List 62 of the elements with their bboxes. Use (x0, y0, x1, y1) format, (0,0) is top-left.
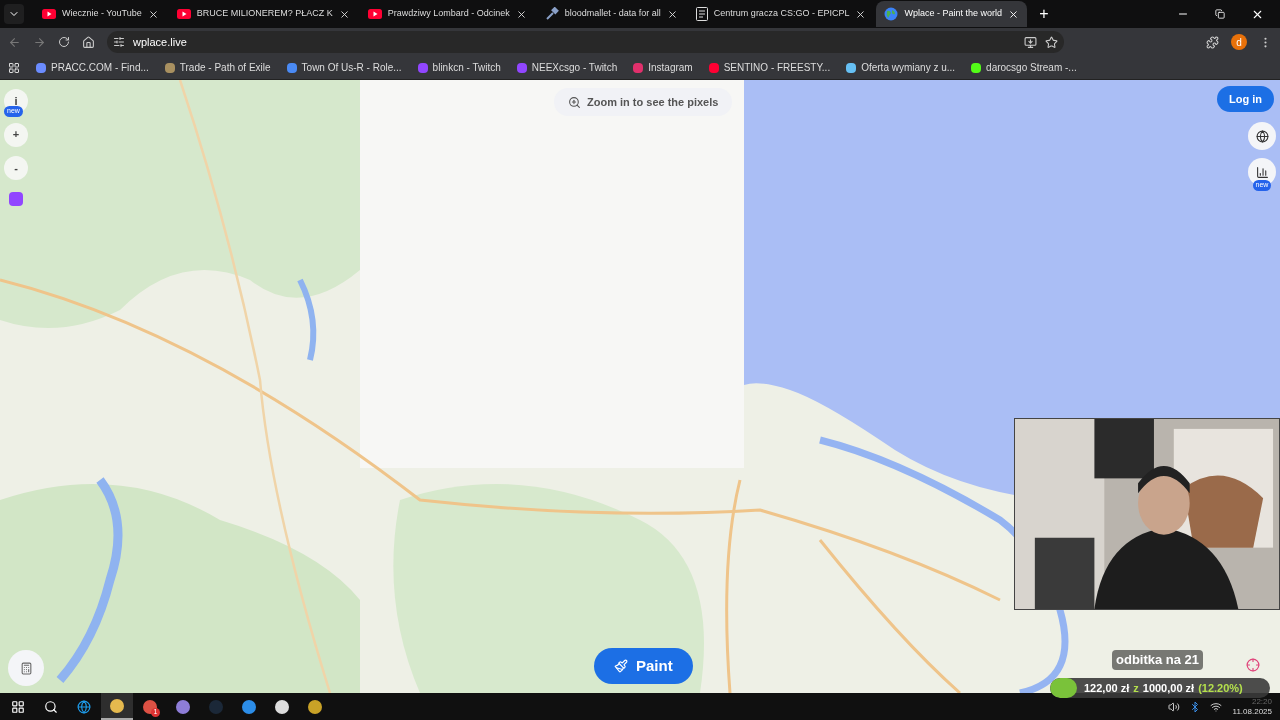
tab-title: Centrum gracza CS:GO - EPICPL (713, 7, 850, 21)
app-icon (44, 699, 58, 714)
tab-title: BRUCE MILIONEREM? PŁACZ K (196, 7, 333, 21)
taskbar-app[interactable] (101, 693, 133, 720)
browser-tab[interactable]: bloodmallet - data for all (536, 1, 686, 27)
app-icon (209, 699, 223, 714)
bookmark[interactable]: PRACC.COM - Find... (36, 60, 149, 75)
app-icon (308, 699, 322, 714)
apps-icon[interactable] (8, 61, 20, 74)
volume-icon[interactable] (1167, 700, 1180, 713)
tab-title: Prawdziwy Lombard - Odcinek (387, 7, 510, 21)
tab-title: Wiecznie - YouTube (62, 7, 142, 21)
tab-title: bloodmallet - data for all (564, 7, 661, 21)
browser-tab[interactable]: Centrum gracza CS:GO - EPICPL (687, 1, 875, 27)
home-icon[interactable] (82, 35, 95, 49)
close-icon[interactable] (1007, 8, 1019, 20)
bookmark[interactable]: Instagram (633, 60, 693, 75)
browser-tab[interactable]: Wplace - Paint the world (876, 1, 1027, 27)
clock-time: 22:20 (1251, 696, 1272, 707)
video-play-icon (367, 9, 382, 19)
app-icon (143, 699, 157, 714)
site-settings-icon[interactable] (113, 36, 125, 48)
forward-icon[interactable] (33, 35, 46, 49)
bookmark[interactable]: blinkcn - Twitch (417, 60, 501, 75)
clock-date: 11.08.2025 (1232, 706, 1272, 717)
app-icon (176, 699, 190, 714)
bookmark[interactable]: NEEXcsgo - Twitch (516, 60, 618, 75)
app-icon (242, 699, 256, 714)
app-icon (11, 699, 25, 714)
bookmark[interactable]: SENTINO - FREESTY... (708, 60, 831, 75)
tab-list-button[interactable] (4, 4, 24, 24)
video-play-icon (42, 9, 56, 19)
reload-icon[interactable] (58, 36, 70, 48)
restore-icon[interactable] (1215, 9, 1225, 19)
browser-tab[interactable]: Wiecznie - YouTube (34, 1, 167, 27)
star-icon[interactable] (1045, 35, 1058, 49)
new-tab-button[interactable]: + (1032, 3, 1055, 25)
app-icon (77, 699, 91, 714)
document-icon (695, 7, 708, 21)
install-icon[interactable] (1024, 35, 1037, 49)
bookmark[interactable]: darocsgo Stream -... (971, 60, 1077, 75)
url-text: wplace.live (133, 34, 187, 50)
extensions-icon[interactable] (1206, 35, 1219, 49)
bookmark[interactable]: Trade - Path of Exile (164, 60, 271, 75)
video-play-icon (176, 9, 191, 19)
globe-icon (884, 7, 899, 21)
back-icon[interactable] (8, 35, 21, 49)
address-bar[interactable]: wplace.live (107, 31, 1064, 53)
browser-tab[interactable]: BRUCE MILIONEREM? PŁACZ K (168, 1, 358, 27)
hammer-icon (544, 7, 559, 21)
close-icon[interactable] (855, 8, 867, 20)
close-icon[interactable] (147, 8, 159, 20)
app-icon (110, 698, 124, 713)
close-icon[interactable] (515, 8, 527, 20)
tab-title: Wplace - Paint the world (904, 7, 1002, 21)
close-icon[interactable] (666, 8, 678, 20)
close-icon[interactable] (338, 8, 350, 20)
browser-tab[interactable]: Prawdziwy Lombard - Odcinek (359, 1, 535, 27)
bookmark[interactable]: Town Of Us-R - Role... (286, 60, 402, 75)
bookmark[interactable]: Oferta wymiany z u... (846, 60, 956, 75)
app-icon (275, 699, 289, 714)
network-icon[interactable] (1209, 700, 1222, 713)
